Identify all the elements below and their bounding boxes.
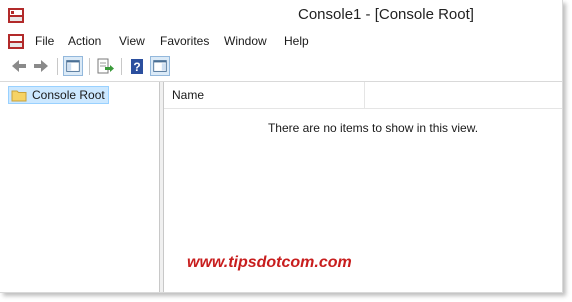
menu-action[interactable]: Action [68, 34, 101, 48]
tree-item-label: Console Root [32, 88, 105, 102]
toolbar-separator [89, 58, 90, 75]
show-hide-tree-icon[interactable] [63, 56, 83, 76]
empty-list-message: There are no items to show in this view. [267, 121, 479, 135]
list-header: Name [164, 82, 562, 109]
menu-file[interactable]: File [35, 34, 54, 48]
menu-favorites[interactable]: Favorites [160, 34, 209, 48]
menu-bar: File Action View Favorites Window Help [0, 31, 562, 52]
mmc-window: Console1 - [Console Root] File Action Vi… [0, 0, 563, 293]
toolbar-separator [57, 58, 58, 75]
column-header-name[interactable]: Name [164, 82, 365, 108]
menu-help[interactable]: Help [284, 34, 309, 48]
menu-window[interactable]: Window [224, 34, 267, 48]
folder-icon [11, 90, 27, 101]
column-header-label: Name [172, 88, 205, 102]
console-menu-icon[interactable] [7, 33, 25, 50]
watermark-text: www.tipsdotcom.com [187, 254, 352, 271]
console-tree-pane: Console Root [0, 82, 160, 292]
toolbar-separator [121, 58, 122, 75]
forward-icon[interactable] [31, 56, 51, 76]
svg-text:?: ? [133, 60, 140, 74]
title-bar[interactable]: Console1 - [Console Root] [0, 0, 562, 31]
window-title: Console1 - [Console Root] [298, 6, 474, 23]
tree-item-console-root[interactable]: Console Root [8, 86, 109, 104]
back-icon[interactable] [9, 56, 29, 76]
help-icon[interactable]: ? [127, 56, 147, 76]
toolbar: ? [0, 52, 562, 82]
menu-view[interactable]: View [119, 34, 145, 48]
show-hide-action-pane-icon[interactable] [150, 56, 170, 76]
export-list-icon[interactable] [95, 56, 115, 76]
